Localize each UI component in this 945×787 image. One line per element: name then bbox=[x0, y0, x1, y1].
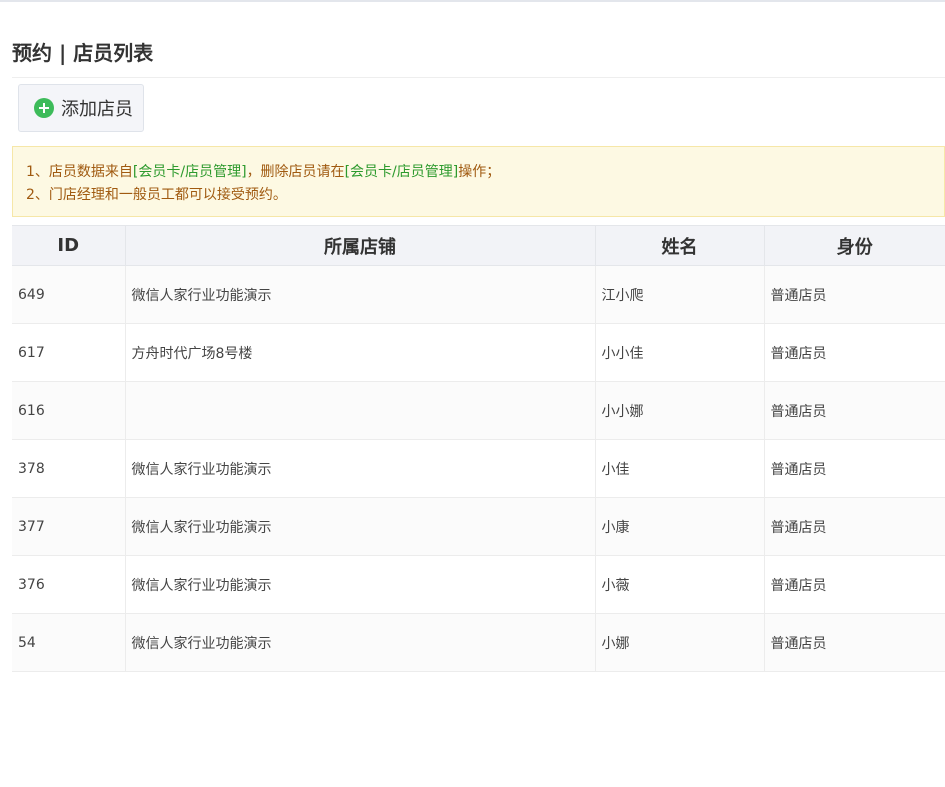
cell-id: 617 bbox=[12, 323, 126, 382]
column-header-role: 身份 bbox=[764, 225, 945, 266]
plus-circle-icon bbox=[34, 98, 54, 118]
cell-id: 377 bbox=[12, 497, 126, 556]
cell-store: 微信人家行业功能演示 bbox=[125, 555, 596, 614]
cell-store: 微信人家行业功能演示 bbox=[125, 613, 596, 672]
cell-name: 江小爬 bbox=[595, 265, 765, 324]
cell-name: 小小娜 bbox=[595, 381, 765, 440]
cell-role: 普通店员 bbox=[764, 439, 945, 498]
notice-line-1-middle: ，删除店员请在 bbox=[246, 164, 345, 180]
cell-role: 普通店员 bbox=[764, 613, 945, 672]
cell-store: 方舟时代广场8号楼 bbox=[125, 323, 596, 382]
notice-line-1: 1、店员数据来自[会员卡/店员管理]，删除店员请在[会员卡/店员管理]操作； bbox=[26, 161, 944, 184]
add-staff-label: 添加店员 bbox=[61, 99, 133, 120]
add-staff-button[interactable]: 添加店员 bbox=[18, 84, 144, 132]
table-row: 377 微信人家行业功能演示 小康 普通店员 bbox=[12, 497, 945, 556]
table-header-row: ID 所属店铺 姓名 身份 bbox=[12, 225, 945, 266]
cell-name: 小小佳 bbox=[595, 323, 765, 382]
cell-id: 616 bbox=[12, 381, 126, 440]
cell-id: 378 bbox=[12, 439, 126, 498]
column-header-name: 姓名 bbox=[595, 225, 765, 266]
notice-line-1-suffix: 操作； bbox=[458, 164, 501, 180]
column-header-id: ID bbox=[12, 225, 126, 266]
member-card-staff-link-1: [会员卡/店员管理] bbox=[132, 164, 247, 180]
cell-store: 微信人家行业功能演示 bbox=[125, 497, 596, 556]
cell-name: 小佳 bbox=[595, 439, 765, 498]
cell-store: 微信人家行业功能演示 bbox=[125, 439, 596, 498]
table-row: 378 微信人家行业功能演示 小佳 普通店员 bbox=[12, 439, 945, 498]
cell-id: 54 bbox=[12, 613, 126, 672]
cell-name: 小康 bbox=[595, 497, 765, 556]
column-header-store: 所属店铺 bbox=[125, 225, 596, 266]
cell-role: 普通店员 bbox=[764, 323, 945, 382]
top-border bbox=[0, 0, 945, 2]
cell-role: 普通店员 bbox=[764, 497, 945, 556]
cell-id: 649 bbox=[12, 265, 126, 324]
cell-role: 普通店员 bbox=[764, 381, 945, 440]
table-row: 616 小小娜 普通店员 bbox=[12, 381, 945, 440]
cell-store: 微信人家行业功能演示 bbox=[125, 265, 596, 324]
notice-line-2: 2、门店经理和一般员工都可以接受预约。 bbox=[26, 187, 287, 203]
member-card-staff-link-2: [会员卡/店员管理] bbox=[344, 164, 459, 180]
cell-name: 小薇 bbox=[595, 555, 765, 614]
notice-box: 1、店员数据来自[会员卡/店员管理]，删除店员请在[会员卡/店员管理]操作； 2… bbox=[12, 146, 945, 217]
table-row: 54 微信人家行业功能演示 小娜 普通店员 bbox=[12, 613, 945, 672]
table-row: 376 微信人家行业功能演示 小薇 普通店员 bbox=[12, 555, 945, 614]
page-title: 预约 | 店员列表 bbox=[12, 41, 154, 65]
table-row: 649 微信人家行业功能演示 江小爬 普通店员 bbox=[12, 265, 945, 324]
cell-name: 小娜 bbox=[595, 613, 765, 672]
cell-role: 普通店员 bbox=[764, 555, 945, 614]
cell-id: 376 bbox=[12, 555, 126, 614]
notice-line-1-prefix: 1、店员数据来自 bbox=[26, 164, 133, 180]
cell-role: 普通店员 bbox=[764, 265, 945, 324]
table-row: 617 方舟时代广场8号楼 小小佳 普通店员 bbox=[12, 323, 945, 382]
title-divider bbox=[12, 77, 945, 78]
cell-store bbox=[125, 381, 596, 440]
staff-table: ID 所属店铺 姓名 身份 649 微信人家行业功能演示 江小爬 普通店员 61… bbox=[12, 225, 945, 672]
